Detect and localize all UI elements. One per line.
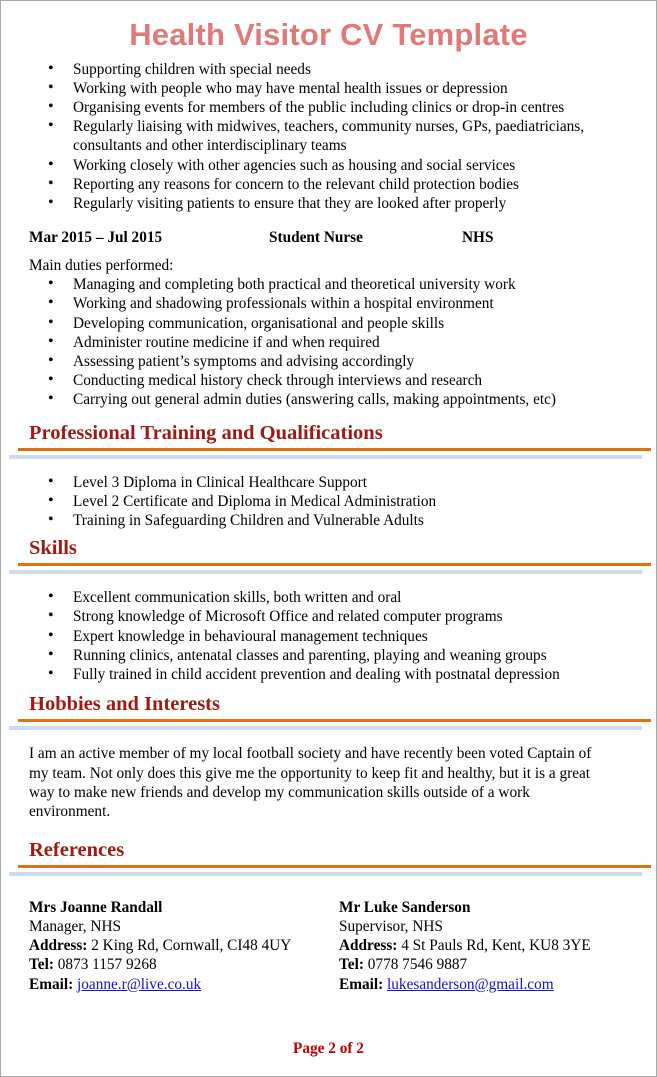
reference-email: Email: joanne.r@live.co.uk [29,975,291,994]
list-item: Supporting children with special needs [1,59,656,79]
email-label: Email: [339,975,384,993]
address-label: Address: [339,937,398,955]
list-item: Strong knowledge of Microsoft Office and… [1,606,656,626]
cv-page: Health Visitor CV Template Supporting ch… [0,0,657,1077]
section-heading-skills: Skills [29,537,77,560]
page-footer: Page 2 of 2 [293,1040,364,1057]
references-block: Mrs Joanne Randall Manager, NHS Address:… [1,898,656,1008]
reference-tel: Tel: 0873 1157 9268 [29,955,291,974]
email-label: Email: [29,975,74,993]
reference-name: Mr Luke Sanderson [339,898,471,916]
reference-entry-1: Mrs Joanne Randall Manager, NHS Address:… [29,898,291,994]
list-item: Carrying out general admin duties (answe… [1,389,656,409]
job-duties-list: Managing and completing both practical a… [1,274,656,409]
list-item: Organising events for members of the pub… [1,97,656,117]
job-header: Mar 2015 – Jul 2015 Student Nurse NHS [1,228,656,248]
email-link[interactable]: lukesanderson@gmail.com [387,976,554,993]
reference-name: Mrs Joanne Randall [29,898,163,916]
list-item: Working closely with other agencies such… [1,155,656,175]
list-item: Level 3 Diploma in Clinical Healthcare S… [1,472,656,492]
skills-list: Excellent communication skills, both wri… [1,587,656,684]
section-rule-blue [9,871,642,876]
section-rule-orange [18,719,651,723]
reference-tel: Tel: 0778 7546 9887 [339,955,591,974]
list-item: Working and shadowing professionals with… [1,293,656,313]
training-list: Level 3 Diploma in Clinical Healthcare S… [1,472,656,531]
section-heading-references: References [29,838,125,861]
list-item: Assessing patient’s symptoms and advisin… [1,351,656,371]
tel-value: 0778 7546 9887 [367,956,468,974]
list-item: Conducting medical history check through… [1,370,656,390]
reference-address: Address: 4 St Pauls Rd, Kent, KU8 3YE [339,936,591,955]
section-rule-orange [18,864,651,868]
list-item: Level 2 Certificate and Diploma in Medic… [1,491,656,511]
list-item: Working with people who may have mental … [1,78,656,98]
list-item: Fully trained in child accident preventi… [1,664,656,684]
section-rule-blue [9,726,642,731]
page-title: Health Visitor CV Template [129,17,528,52]
section-rule-orange [18,563,651,567]
list-item: Running clinics, antenatal classes and p… [1,645,656,665]
list-item: Administer routine medicine if and when … [1,332,656,352]
hobbies-paragraph: I am an active member of my local footba… [29,745,592,821]
list-item: Training in Safeguarding Children and Vu… [1,510,656,530]
list-item: Expert knowledge in behavioural manageme… [1,626,656,646]
address-value: 2 King Rd, Cornwall, CI48 4UY [91,937,292,955]
reference-position: Manager, NHS [29,918,121,936]
duties-label: Main duties performed: [29,257,174,275]
reference-email: Email: lukesanderson@gmail.com [339,975,591,994]
job-role: Student Nurse [269,229,363,247]
tel-value: 0873 1157 9268 [57,956,157,974]
email-link[interactable]: joanne.r@live.co.uk [77,976,201,993]
address-label: Address: [29,937,88,955]
tel-label: Tel: [29,956,54,974]
section-rule-orange [18,447,651,451]
reference-address: Address: 2 King Rd, Cornwall, CI48 4UY [29,936,291,955]
address-value: 4 St Pauls Rd, Kent, KU8 3YE [401,937,591,955]
list-item: Excellent communication skills, both wri… [1,587,656,607]
job-organisation: NHS [462,229,494,247]
reference-entry-2: Mr Luke Sanderson Supervisor, NHS Addres… [339,898,591,994]
list-item: Regularly liaising with midwives, teache… [1,116,656,155]
list-item: Managing and completing both practical a… [1,274,656,294]
tel-label: Tel: [339,956,364,974]
top-duties-list: Supporting children with special needs W… [1,59,656,214]
section-heading-hobbies: Hobbies and Interests [29,693,220,716]
reference-position: Supervisor, NHS [339,918,443,936]
job-dates: Mar 2015 – Jul 2015 [29,229,163,247]
section-heading-training: Professional Training and Qualifications [29,421,383,444]
list-item: Developing communication, organisational… [1,313,656,333]
list-item: Regularly visiting patients to ensure th… [1,193,656,213]
list-item: Reporting any reasons for concern to the… [1,174,656,194]
